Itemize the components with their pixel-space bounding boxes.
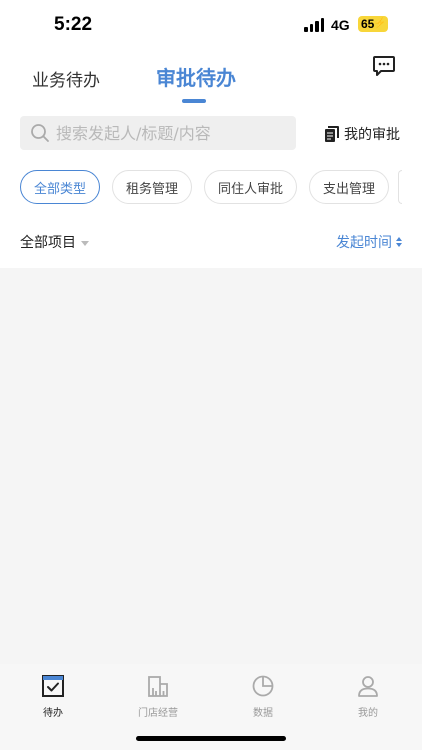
nav-data[interactable]: 数据 (223, 674, 303, 719)
nav-todo[interactable]: 待办 (13, 674, 93, 719)
dropdown-arrow-icon (81, 240, 89, 246)
pie-chart-icon (252, 675, 274, 697)
nav-store-operation-label: 门店经营 (138, 708, 178, 719)
search-input[interactable] (56, 116, 291, 150)
store-building-icon (148, 676, 168, 697)
chip-overflow-edge (398, 170, 402, 204)
nav-todo-label: 待办 (43, 708, 63, 719)
project-filter[interactable]: 全部项目 (20, 232, 89, 252)
status-time: 5:22 (54, 14, 93, 35)
message-icon[interactable] (372, 55, 396, 77)
my-approval-button[interactable]: 我的审批 (325, 124, 400, 144)
chip-expense-management[interactable]: 支出管理 (309, 170, 389, 204)
active-tab-indicator (182, 99, 206, 103)
network-type: 4G (331, 17, 350, 33)
sort-by-time[interactable]: 发起时间 (336, 232, 402, 252)
sort-label: 发起时间 (336, 235, 392, 251)
search-box[interactable] (20, 116, 296, 150)
nav-mine[interactable]: 我的 (328, 674, 408, 719)
tab-approval-todo[interactable]: 审批待办 (156, 62, 236, 91)
signal-icon (304, 18, 324, 32)
status-bar: 5:22 4G 65 ⚡ (0, 0, 422, 50)
battery-icon: 65 ⚡ (358, 16, 388, 32)
document-icon (325, 126, 339, 142)
charging-bolt-icon: ⚡ (373, 18, 386, 29)
header-panel: 5:22 4G 65 ⚡ 业务待办 审批待办 搜索发起人/标题/内容 我的审批 … (0, 0, 422, 268)
tab-business-todo[interactable]: 业务待办 (32, 66, 100, 91)
todo-checkbox-icon (42, 675, 64, 697)
chip-lease-management[interactable]: 租务管理 (112, 170, 192, 204)
sort-icon (396, 237, 402, 247)
user-profile-icon (358, 676, 378, 697)
home-indicator (136, 736, 286, 741)
battery-level: 65 (361, 17, 375, 31)
nav-store-operation[interactable]: 门店经营 (118, 674, 198, 719)
chip-cohabitant-approval[interactable]: 同住人审批 (204, 170, 297, 204)
nav-mine-label: 我的 (358, 708, 378, 719)
chip-all-types[interactable]: 全部类型 (20, 170, 100, 204)
search-icon (31, 124, 49, 142)
type-filter-chips: 全部类型 租务管理 同住人审批 支出管理 (20, 170, 401, 204)
nav-data-label: 数据 (253, 708, 273, 719)
my-approval-label: 我的审批 (344, 127, 400, 143)
project-filter-label: 全部项目 (20, 235, 76, 251)
